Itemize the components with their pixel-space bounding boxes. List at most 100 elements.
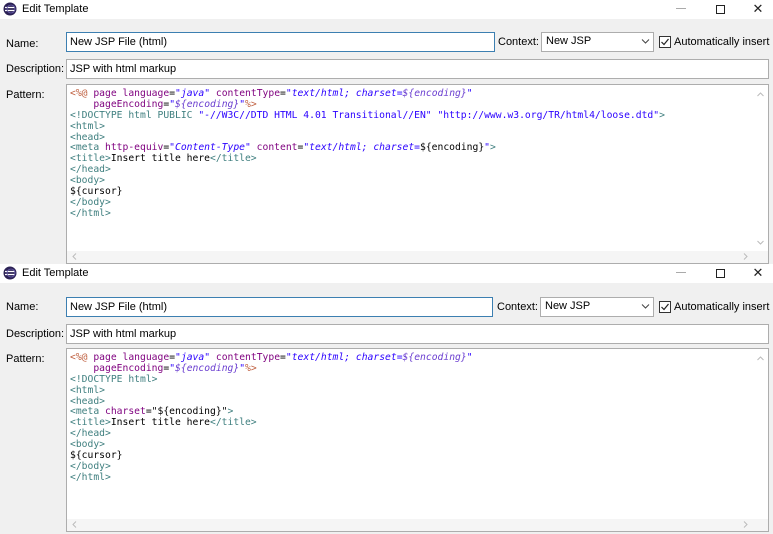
horizontal-scrollbar[interactable] xyxy=(67,519,768,531)
edit-template-dialog-2: Edit Template ✕ Name: New JSP File (html… xyxy=(0,264,773,534)
code-token: "text/html; charset= xyxy=(285,88,403,99)
chevron-down-icon xyxy=(641,39,650,44)
code-token: <%@ xyxy=(70,88,94,99)
code-token: <head> xyxy=(70,131,105,143)
checkmark-icon xyxy=(661,303,669,311)
close-icon: ✕ xyxy=(752,1,764,16)
scroll-up-icon[interactable] xyxy=(756,354,765,363)
minimize-button[interactable] xyxy=(662,264,700,283)
pattern-editor[interactable]: <%@ page language="java" contentType="te… xyxy=(66,84,769,264)
close-button[interactable]: ✕ xyxy=(739,0,773,19)
code-token: charset xyxy=(105,406,146,418)
code-token: "Content-Type" xyxy=(169,142,251,154)
scroll-right-icon[interactable] xyxy=(741,252,750,261)
name-label: Name: xyxy=(6,38,39,50)
context-label: Context: xyxy=(498,36,539,48)
code-token: ${cursor} xyxy=(70,186,123,198)
pattern-code: <%@ page language="java" contentType="te… xyxy=(70,88,665,220)
code-token: <title> xyxy=(70,417,111,429)
description-input[interactable]: JSP with html markup xyxy=(66,59,769,79)
vertical-scrollbar[interactable] xyxy=(753,85,768,251)
code-token: <!DOCTYPE xyxy=(70,373,129,385)
maximize-button[interactable] xyxy=(701,264,739,283)
code-token: pageEncoding xyxy=(93,98,164,110)
name-label: Name: xyxy=(6,301,39,313)
code-token: page xyxy=(93,88,123,99)
code-token: ${encoding} xyxy=(175,98,240,110)
code-token: > xyxy=(490,142,496,154)
maximize-icon xyxy=(715,5,725,14)
code-token: <html> xyxy=(70,120,105,132)
code-line: ${cursor} xyxy=(70,186,665,198)
code-token: ${encoding} xyxy=(420,142,485,154)
context-value: New JSP xyxy=(546,35,592,47)
pattern-code: <%@ page language="java" contentType="te… xyxy=(70,352,473,484)
code-token: Insert title here xyxy=(110,417,210,429)
code-token: ="${encoding}" xyxy=(145,406,228,418)
code-token: ${encoding} xyxy=(402,88,467,99)
context-combo[interactable]: New JSP xyxy=(541,32,654,52)
code-token: %> xyxy=(245,362,257,374)
code-token: <html> xyxy=(70,384,105,396)
checkmark-icon xyxy=(661,38,669,46)
code-line: <title>Insert title here</title> xyxy=(70,417,473,429)
code-token: " xyxy=(466,352,473,363)
context-value: New JSP xyxy=(545,300,591,312)
code-token: "-//W3C//DTD HTML 4.01 Transitional//EN"… xyxy=(198,109,660,121)
title-bar: Edit Template ✕ xyxy=(0,264,773,283)
horizontal-scrollbar[interactable] xyxy=(67,251,768,263)
code-token: http-equiv xyxy=(105,142,164,154)
code-token: content xyxy=(256,142,298,154)
code-token: <body> xyxy=(70,175,105,187)
code-token: <meta xyxy=(70,142,105,154)
window-title: Edit Template xyxy=(22,267,89,279)
minimize-icon xyxy=(676,271,686,273)
window-title: Edit Template xyxy=(22,3,89,15)
pattern-editor[interactable]: <%@ page language="java" contentType="te… xyxy=(66,348,769,532)
eclipse-app-icon xyxy=(3,266,17,280)
scroll-down-icon[interactable] xyxy=(756,238,765,247)
code-token: </html> xyxy=(70,207,111,219)
pattern-label: Pattern: xyxy=(6,353,45,365)
vertical-scrollbar[interactable] xyxy=(753,349,768,519)
context-combo[interactable]: New JSP xyxy=(540,297,654,317)
maximize-button[interactable] xyxy=(701,0,739,19)
code-line: <html> xyxy=(70,384,473,397)
code-line: <!DOCTYPE html> xyxy=(70,373,473,386)
description-input[interactable]: JSP with html markup xyxy=(66,324,769,344)
code-token: </head> xyxy=(70,428,111,440)
name-input[interactable]: New JSP File (html) xyxy=(66,297,493,317)
code-token: html> xyxy=(128,373,158,385)
scroll-left-icon[interactable] xyxy=(70,252,79,261)
scroll-right-icon[interactable] xyxy=(741,520,750,529)
code-line: </body> xyxy=(70,197,665,209)
auto-insert-checkbox[interactable] xyxy=(659,36,671,48)
scroll-left-icon[interactable] xyxy=(70,520,79,529)
minimize-button[interactable] xyxy=(662,0,700,19)
code-token: > xyxy=(227,406,234,418)
code-token: <meta xyxy=(70,406,105,418)
scroll-up-icon[interactable] xyxy=(756,90,765,99)
code-token: ${encoding} xyxy=(402,352,467,363)
code-line: </body> xyxy=(70,460,473,473)
code-line: </head> xyxy=(70,164,665,176)
name-input[interactable]: New JSP File (html) xyxy=(66,32,495,52)
code-line: <title>Insert title here</title> xyxy=(70,153,665,165)
pattern-label: Pattern: xyxy=(6,89,45,101)
code-token: "java" xyxy=(175,88,211,99)
code-token: "java" xyxy=(175,352,211,363)
auto-insert-checkbox[interactable] xyxy=(659,301,671,313)
close-button[interactable]: ✕ xyxy=(739,264,773,283)
code-line: <html> xyxy=(70,120,665,133)
description-label: Description: xyxy=(6,63,65,75)
auto-insert-label: Automatically insert xyxy=(674,36,770,48)
code-token: <head> xyxy=(70,395,105,407)
context-label: Context: xyxy=(497,301,538,313)
code-token: " xyxy=(466,88,473,99)
code-token: page xyxy=(93,352,123,363)
code-token: </body> xyxy=(70,460,111,472)
title-bar: Edit Template ✕ xyxy=(0,0,773,19)
code-line: <body> xyxy=(70,439,473,451)
